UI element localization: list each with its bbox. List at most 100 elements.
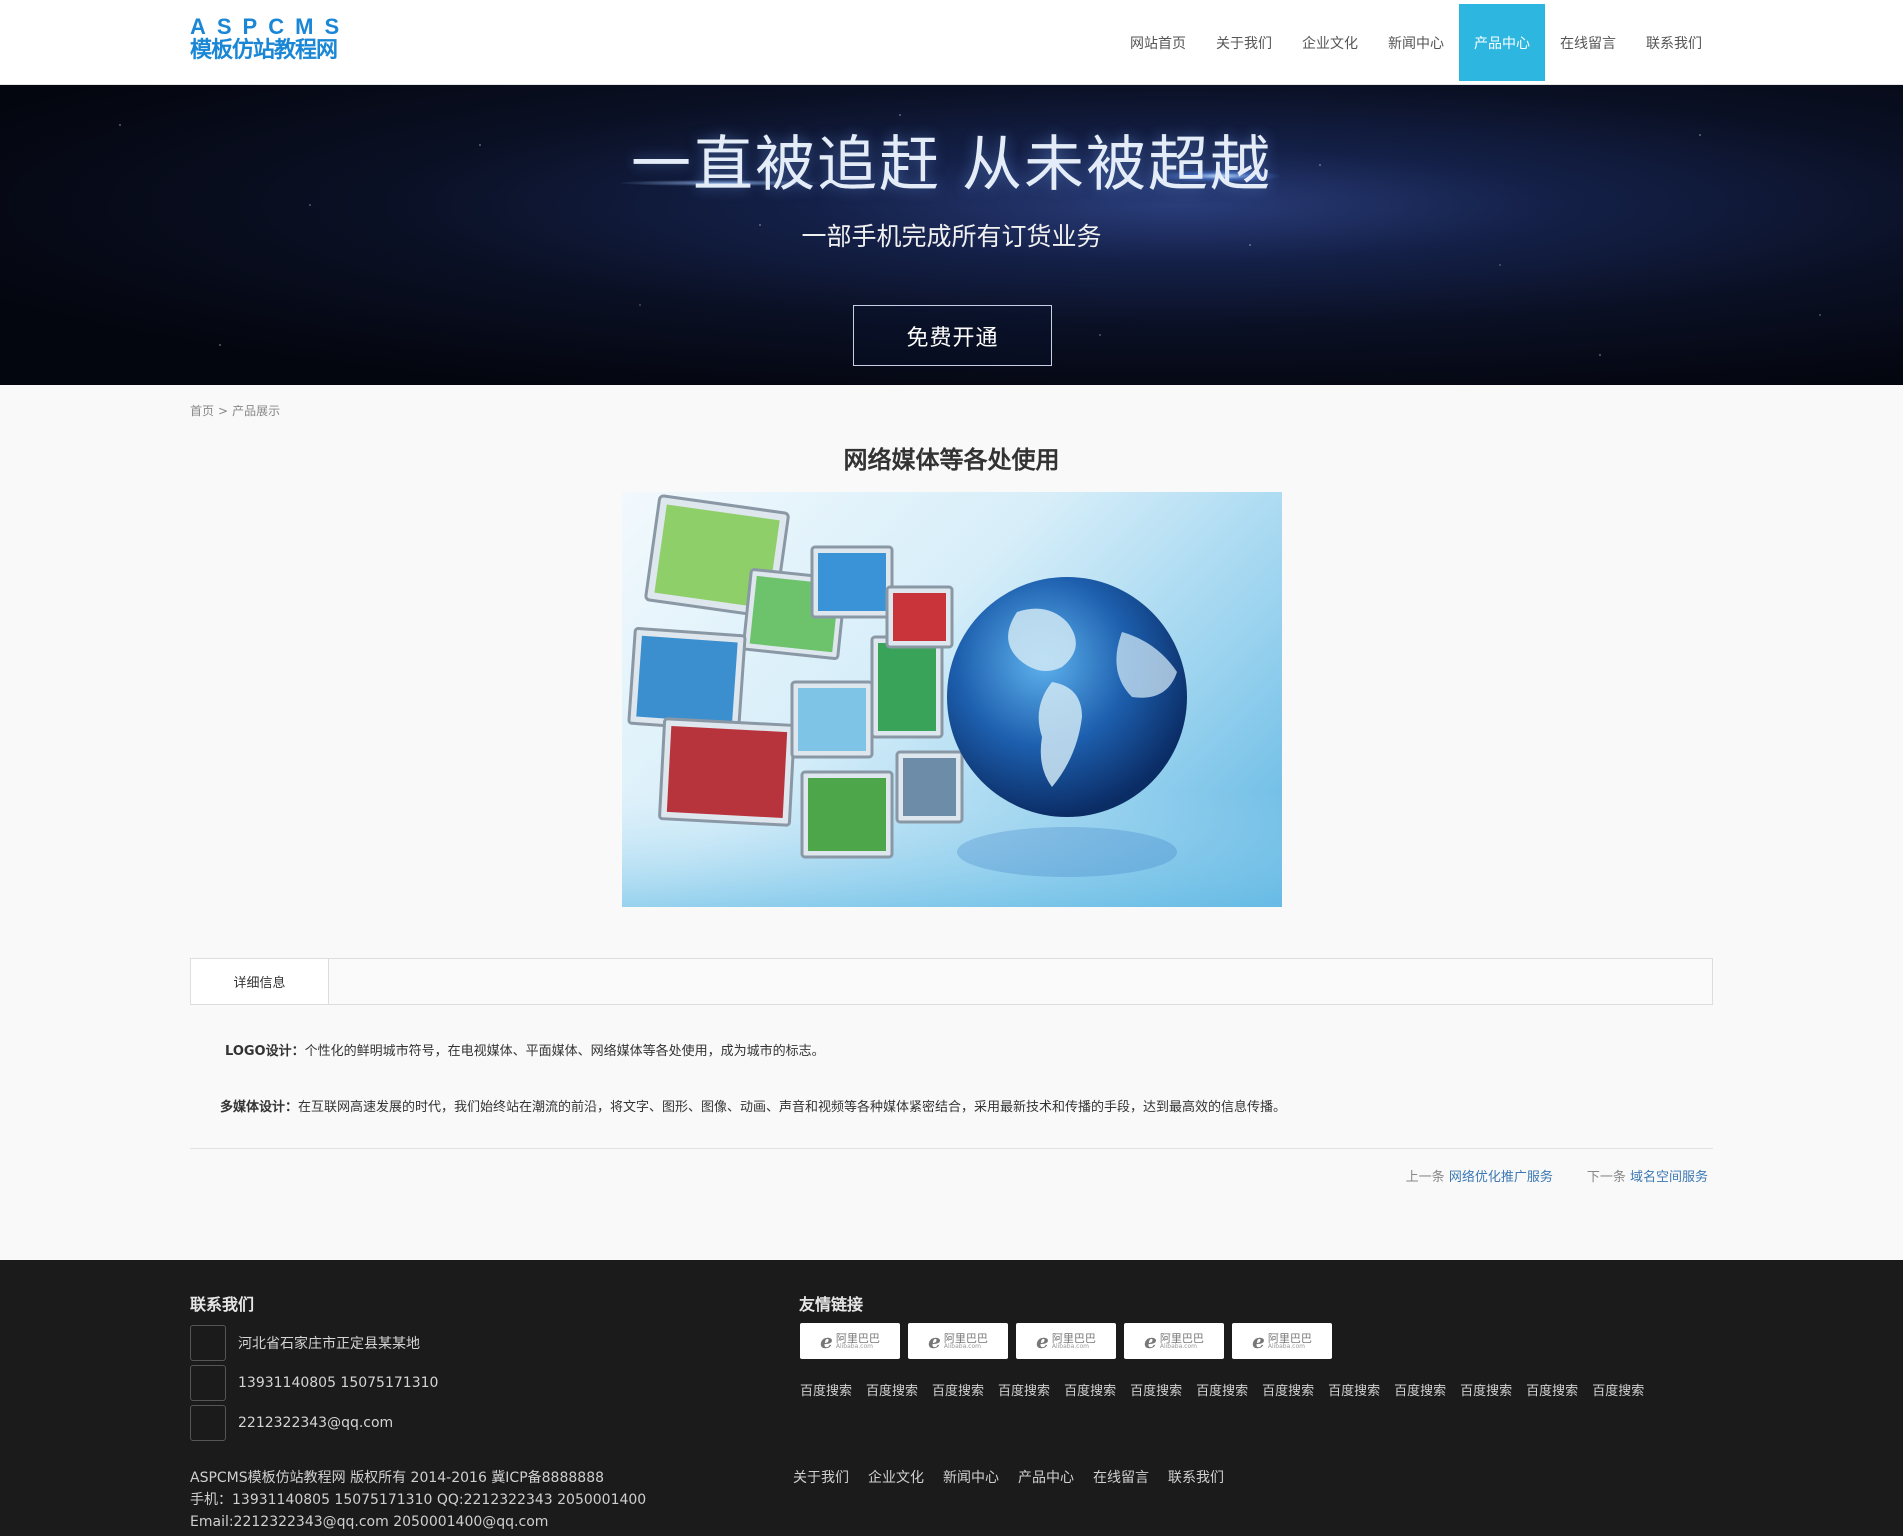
alibaba-logo-icon: e: [928, 1329, 941, 1353]
alibaba-logo-icon: e: [1252, 1329, 1265, 1353]
banner-title: 一直被追赶 从未被超越: [630, 130, 1273, 200]
alibaba-logo-icon: e: [820, 1329, 833, 1353]
friend-link[interactable]: 百度搜索: [800, 1380, 852, 1399]
logo-top-text: ASPCMS: [190, 14, 351, 39]
alibaba-logo-text: 阿里巴巴 Alibaba.com: [944, 1333, 988, 1350]
next-article-link[interactable]: 域名空间服务: [1630, 1170, 1708, 1185]
nav-item-products[interactable]: 产品中心: [1459, 4, 1545, 81]
location-icon: [190, 1325, 226, 1361]
product-image: [622, 492, 1282, 907]
description-logo-label: LOGO设计：: [225, 1044, 305, 1059]
alibaba-logo-cn: 阿里巴巴: [1159, 1331, 1204, 1345]
footer-nav-item[interactable]: 企业文化: [868, 1467, 924, 1487]
breadcrumb-current[interactable]: 产品展示: [232, 404, 280, 418]
alibaba-logo-en: Alibaba.com: [1267, 1342, 1305, 1350]
footer-nav-item[interactable]: 联系我们: [1168, 1467, 1224, 1487]
contact-email: 2212322343@qq.com: [190, 1405, 393, 1441]
nav-item-about[interactable]: 关于我们: [1201, 4, 1287, 81]
friend-link[interactable]: 百度搜索: [1130, 1380, 1182, 1399]
breadcrumb-home[interactable]: 首页: [190, 404, 214, 418]
partner-logo-alibaba[interactable]: e 阿里巴巴 Alibaba.com: [908, 1323, 1008, 1359]
description-multimedia-label: 多媒体设计：: [220, 1100, 299, 1115]
footer-nav-item[interactable]: 新闻中心: [943, 1467, 999, 1487]
contact-phone-text: 13931140805 15075171310: [238, 1375, 439, 1391]
nav-item-home[interactable]: 网站首页: [1115, 4, 1201, 81]
friend-link[interactable]: 百度搜索: [1460, 1380, 1512, 1399]
partner-logo-alibaba[interactable]: e 阿里巴巴 Alibaba.com: [1016, 1323, 1116, 1359]
prev-label: 上一条: [1405, 1170, 1445, 1185]
hero-banner: 一直被追赶 从未被超越 一部手机完成所有订货业务 免费开通: [0, 85, 1903, 385]
nav-item-news[interactable]: 新闻中心: [1373, 4, 1459, 81]
partner-logo-alibaba[interactable]: e 阿里巴巴 Alibaba.com: [800, 1323, 900, 1359]
next-label: 下一条: [1586, 1170, 1626, 1185]
alibaba-logo-en: Alibaba.com: [835, 1342, 873, 1350]
alibaba-logo-cn: 阿里巴巴: [1267, 1331, 1312, 1345]
copyright-line: 手机：13931140805 15075171310 QQ:2212322343…: [190, 1492, 647, 1508]
nav-item-contact[interactable]: 联系我们: [1631, 4, 1717, 81]
alibaba-logo-en: Alibaba.com: [1051, 1342, 1089, 1350]
prev-article-link[interactable]: 网络优化推广服务: [1449, 1170, 1553, 1185]
friend-link[interactable]: 百度搜索: [1196, 1380, 1248, 1399]
header: ASPCMS 模板仿站教程网 网站首页 关于我们 企业文化 新闻中心 产品中心 …: [0, 0, 1903, 85]
next-article: 下一条 域名空间服务: [1587, 1166, 1708, 1185]
alibaba-logo-text: 阿里巴巴 Alibaba.com: [1160, 1333, 1204, 1350]
prev-article: 上一条 网络优化推广服务: [1406, 1166, 1553, 1185]
logo-bottom-text: 模板仿站教程网: [190, 38, 338, 63]
nav-item-culture[interactable]: 企业文化: [1287, 4, 1373, 81]
contact-address: 河北省石家庄市正定县某某地: [190, 1325, 420, 1361]
footer-nav-item[interactable]: 在线留言: [1093, 1467, 1149, 1487]
alibaba-logo-text: 阿里巴巴 Alibaba.com: [836, 1333, 880, 1350]
content-divider: [190, 1148, 1713, 1149]
copyright: ASPCMS模板仿站教程网 版权所有 2014-2016 冀ICP备888888…: [190, 1467, 646, 1533]
footer-contact-heading: 联系我们: [190, 1295, 255, 1314]
friend-link[interactable]: 百度搜索: [1064, 1380, 1116, 1399]
copyright-line: Email:2212322343@qq.com 2050001400@qq.co…: [190, 1514, 549, 1530]
friend-link[interactable]: 百度搜索: [1328, 1380, 1380, 1399]
contact-address-text: 河北省石家庄市正定县某某地: [238, 1336, 420, 1352]
main-nav: 网站首页 关于我们 企业文化 新闻中心 产品中心 在线留言 联系我们: [1115, 4, 1717, 81]
friend-link[interactable]: 百度搜索: [998, 1380, 1050, 1399]
friend-links: 百度搜索 百度搜索 百度搜索 百度搜索 百度搜索 百度搜索 百度搜索 百度搜索 百度搜索 百度搜索…: [800, 1380, 1644, 1399]
friend-link[interactable]: 百度搜索: [932, 1380, 984, 1399]
tab-detail-info[interactable]: 详细信息: [191, 959, 329, 1004]
site-logo[interactable]: ASPCMS 模板仿站教程网: [190, 16, 370, 66]
description-multimedia: 多媒体设计：在互联网高速发展的时代，我们始终站在潮流的前沿，将文字、图形、图像、…: [220, 1096, 1286, 1115]
alibaba-logo-text: 阿里巴巴 Alibaba.com: [1268, 1333, 1312, 1350]
copyright-line: ASPCMS模板仿站教程网 版权所有 2014-2016 冀ICP备888888…: [190, 1470, 605, 1486]
friend-link[interactable]: 百度搜索: [1394, 1380, 1446, 1399]
contact-email-text: 2212322343@qq.com: [238, 1415, 394, 1431]
friend-link[interactable]: 百度搜索: [866, 1380, 918, 1399]
contact-phone: 13931140805 15075171310: [190, 1365, 438, 1401]
alibaba-logo-icon: e: [1144, 1329, 1157, 1353]
breadcrumb-separator: >: [218, 404, 229, 418]
friend-link[interactable]: 百度搜索: [1526, 1380, 1578, 1399]
email-icon: [190, 1405, 226, 1441]
partner-logos: e 阿里巴巴 Alibaba.com e 阿里巴巴 Alibaba.com e 阿里巴巴 Ali…: [800, 1323, 1332, 1359]
alibaba-logo-cn: 阿里巴巴: [835, 1331, 880, 1345]
alibaba-logo-icon: e: [1036, 1329, 1049, 1353]
alibaba-logo-text: 阿里巴巴 Alibaba.com: [1052, 1333, 1096, 1350]
alibaba-logo-cn: 阿里巴巴: [943, 1331, 988, 1345]
footer-nav-item[interactable]: 关于我们: [793, 1467, 849, 1487]
tab-bar: 详细信息: [190, 958, 1713, 1005]
alibaba-logo-en: Alibaba.com: [943, 1342, 981, 1350]
footer-links-heading: 友情链接: [799, 1295, 864, 1314]
partner-logo-alibaba[interactable]: e 阿里巴巴 Alibaba.com: [1232, 1323, 1332, 1359]
footer-nav-item[interactable]: 产品中心: [1018, 1467, 1074, 1487]
breadcrumb: 首页 > 产品展示: [190, 402, 280, 419]
partner-logo-alibaba[interactable]: e 阿里巴巴 Alibaba.com: [1124, 1323, 1224, 1359]
footer: 联系我们 河北省石家庄市正定县某某地 13931140805 150751713…: [0, 1260, 1903, 1536]
friend-link[interactable]: 百度搜索: [1262, 1380, 1314, 1399]
alibaba-logo-cn: 阿里巴巴: [1051, 1331, 1096, 1345]
description-multimedia-text: 在互联网高速发展的时代，我们始终站在潮流的前沿，将文字、图形、图像、动画、声音和…: [298, 1100, 1287, 1115]
description-logo-text: 个性化的鲜明城市符号，在电视媒体、平面媒体、网络媒体等各处使用，成为城市的标志。: [304, 1044, 825, 1059]
footer-nav: 关于我们 企业文化 新闻中心 产品中心 在线留言 联系我们: [793, 1467, 1224, 1487]
phone-icon: [190, 1365, 226, 1401]
free-signup-button[interactable]: 免费开通: [853, 305, 1052, 366]
globe-screens-image: [622, 494, 1282, 907]
nav-item-message[interactable]: 在线留言: [1545, 4, 1631, 81]
prev-next-nav: 上一条 网络优化推广服务 下一条 域名空间服务: [1406, 1166, 1708, 1185]
friend-link[interactable]: 百度搜索: [1592, 1380, 1644, 1399]
product-title: 网络媒体等各处使用: [843, 446, 1060, 474]
description-logo: LOGO设计：个性化的鲜明城市符号，在电视媒体、平面媒体、网络媒体等各处使用，成…: [225, 1040, 825, 1059]
